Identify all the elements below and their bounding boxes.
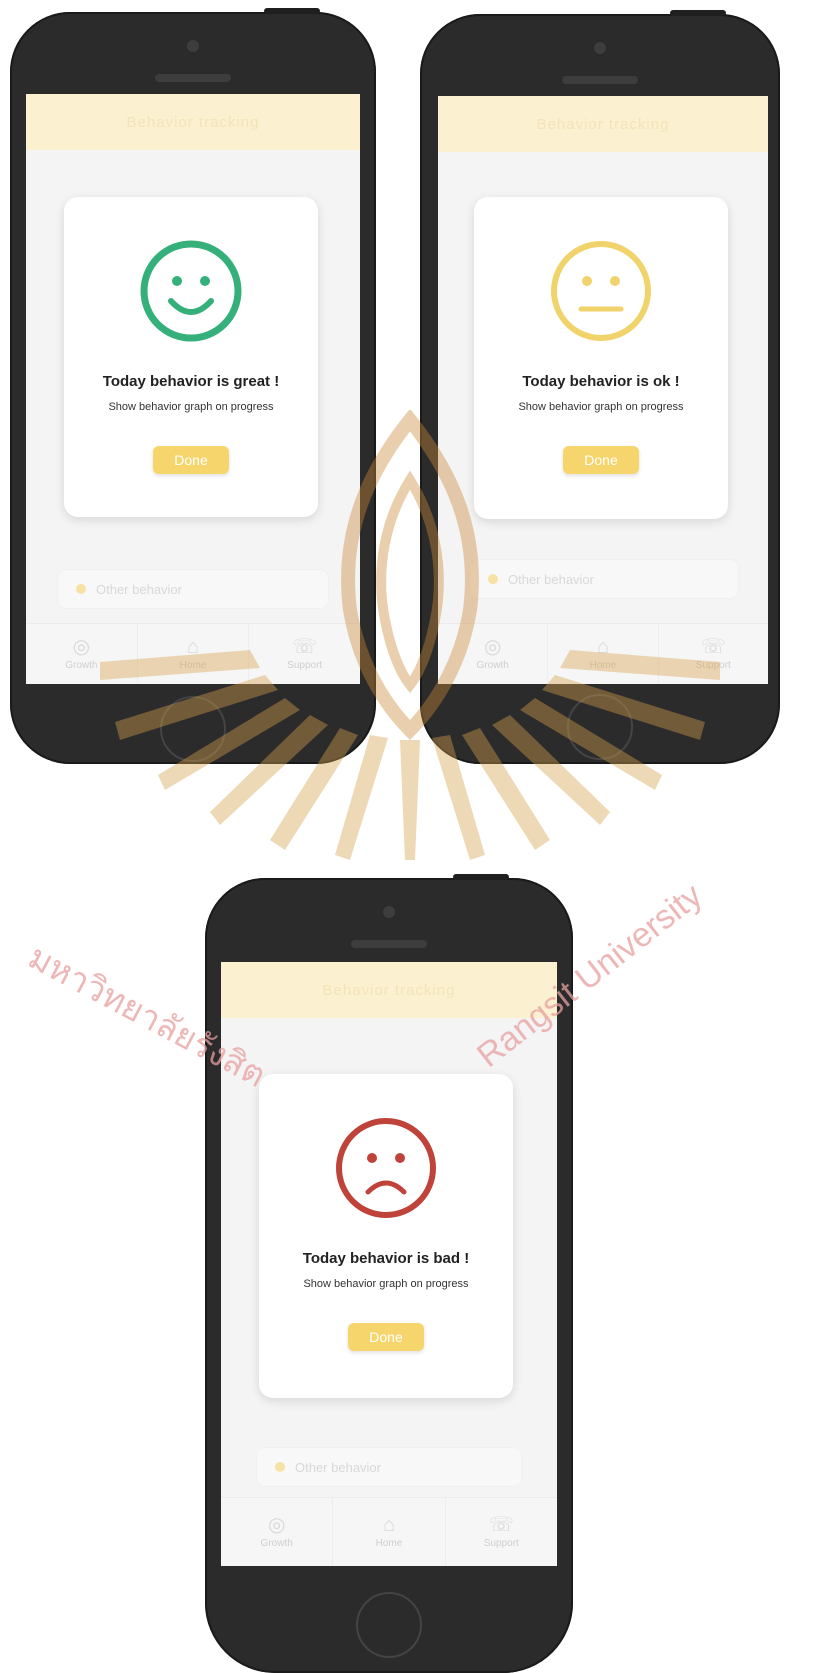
growth-icon: ◎ bbox=[483, 636, 502, 658]
power-button bbox=[264, 8, 320, 14]
nav-home[interactable]: ⌂ Home bbox=[138, 624, 250, 684]
other-behavior-label: Other behavior bbox=[295, 1459, 381, 1475]
other-behavior-label: Other behavior bbox=[96, 581, 182, 597]
smiley-sad-icon bbox=[336, 1118, 436, 1218]
nav-support-label: Support bbox=[483, 1538, 519, 1549]
nav-growth-label: Growth bbox=[65, 660, 98, 671]
support-icon: ☏ bbox=[292, 636, 318, 658]
dialog-title: Today behavior is great ! bbox=[102, 373, 280, 390]
result-dialog: Today behavior is great ! Show behavior … bbox=[64, 197, 318, 517]
other-behavior-item[interactable]: Other behavior bbox=[58, 570, 328, 608]
front-camera bbox=[187, 40, 199, 52]
behavior-dot-icon bbox=[488, 574, 498, 584]
nav-growth-label: Growth bbox=[476, 660, 509, 671]
screen: Behavior tracking Today behavior is grea… bbox=[26, 94, 360, 684]
behavior-dot-icon bbox=[275, 1462, 285, 1472]
home-hardware-button[interactable] bbox=[160, 696, 226, 762]
behavior-dot-icon bbox=[76, 584, 86, 594]
support-icon: ☏ bbox=[700, 636, 726, 658]
nav-home[interactable]: ⌂ Home bbox=[548, 624, 659, 684]
growth-icon: ◎ bbox=[72, 636, 91, 658]
smiley-neutral-icon bbox=[551, 241, 651, 341]
front-camera bbox=[594, 42, 606, 54]
dialog-subtitle: Show behavior graph on progress bbox=[108, 401, 274, 413]
support-icon: ☏ bbox=[488, 1514, 514, 1536]
done-button[interactable]: Done bbox=[563, 446, 639, 474]
growth-icon: ◎ bbox=[267, 1514, 286, 1536]
dialog-subtitle: Show behavior graph on progress bbox=[303, 1278, 469, 1290]
nav-support-label: Support bbox=[695, 660, 731, 671]
dialog-subtitle: Show behavior graph on progress bbox=[518, 401, 684, 413]
header-title: Behavior tracking bbox=[438, 96, 768, 152]
dialog-title: Today behavior is bad ! bbox=[302, 1250, 470, 1267]
earpiece-speaker bbox=[155, 74, 231, 82]
nav-growth[interactable]: ◎ Growth bbox=[26, 624, 138, 684]
header-title: Behavior tracking bbox=[26, 94, 360, 150]
result-dialog: Today behavior is ok ! Show behavior gra… bbox=[474, 197, 728, 519]
dialog-title: Today behavior is ok ! bbox=[522, 373, 680, 390]
nav-growth-label: Growth bbox=[260, 1538, 293, 1549]
nav-support[interactable]: ☏ Support bbox=[659, 624, 768, 684]
phone-frame-great: Behavior tracking Today behavior is grea… bbox=[10, 8, 376, 764]
front-camera bbox=[383, 906, 395, 918]
power-button bbox=[453, 874, 509, 880]
home-hardware-button[interactable] bbox=[567, 694, 633, 760]
nav-home-label: Home bbox=[589, 660, 617, 671]
nav-growth[interactable]: ◎ Growth bbox=[438, 624, 549, 684]
power-button bbox=[670, 10, 726, 16]
bottom-nav: ◎ Growth ⌂ Home ☏ Support bbox=[438, 623, 768, 684]
home-icon: ⌂ bbox=[596, 636, 610, 658]
nav-growth[interactable]: ◎ Growth bbox=[221, 1498, 334, 1566]
nav-home-label: Home bbox=[375, 1538, 403, 1549]
home-icon: ⌂ bbox=[186, 636, 200, 658]
header-title: Behavior tracking bbox=[221, 962, 557, 1018]
home-icon: ⌂ bbox=[382, 1514, 396, 1536]
nav-home-label: Home bbox=[179, 660, 207, 671]
done-button[interactable]: Done bbox=[348, 1323, 424, 1351]
screen: Behavior tracking Today behavior is ok !… bbox=[438, 96, 768, 684]
bottom-nav: ◎ Growth ⌂ Home ☏ Support bbox=[26, 623, 360, 684]
other-behavior-item[interactable]: Other behavior bbox=[470, 560, 738, 598]
earpiece-speaker bbox=[351, 940, 427, 948]
nav-home[interactable]: ⌂ Home bbox=[333, 1498, 446, 1566]
phone-frame-bad: Behavior tracking Today behavior is bad … bbox=[205, 874, 573, 1673]
other-behavior-item[interactable]: Other behavior bbox=[257, 1448, 521, 1486]
home-hardware-button[interactable] bbox=[356, 1592, 422, 1658]
done-button[interactable]: Done bbox=[153, 446, 229, 474]
nav-support-label: Support bbox=[287, 660, 323, 671]
earpiece-speaker bbox=[562, 76, 638, 84]
other-behavior-label: Other behavior bbox=[508, 571, 594, 587]
nav-support[interactable]: ☏ Support bbox=[249, 624, 360, 684]
result-dialog: Today behavior is bad ! Show behavior gr… bbox=[259, 1074, 513, 1398]
smiley-happy-icon bbox=[140, 240, 242, 342]
bottom-nav: ◎ Growth ⌂ Home ☏ Support bbox=[221, 1497, 557, 1566]
phone-frame-ok: Behavior tracking Today behavior is ok !… bbox=[420, 10, 780, 764]
nav-support[interactable]: ☏ Support bbox=[446, 1498, 557, 1566]
